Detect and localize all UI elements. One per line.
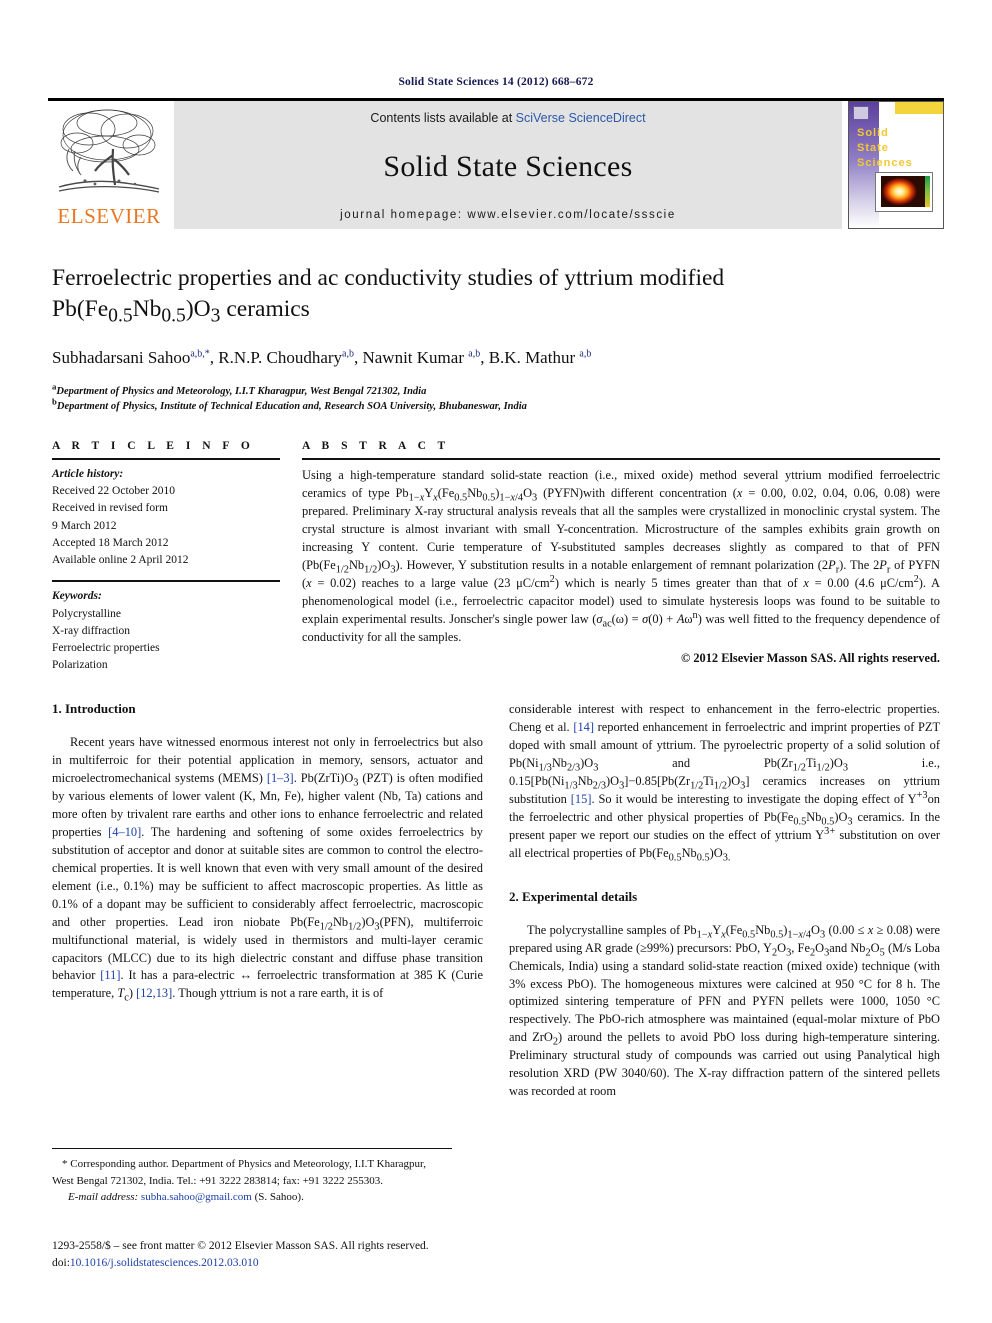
cover-title: Solid State Sciences xyxy=(857,127,913,169)
elsevier-wordmark: ELSEVIER xyxy=(57,204,161,228)
affiliation-b-text: Department of Physics, Institute of Tech… xyxy=(56,400,527,412)
contents-prefix: Contents lists available at xyxy=(370,111,516,125)
author-item: Nawnit Kumar a,b xyxy=(362,347,481,367)
history-item: Received 22 October 2010 xyxy=(52,485,175,498)
cover-heatmap-blob xyxy=(881,176,925,207)
author-item: Subhadarsani Sahooa,b,* xyxy=(52,347,210,367)
title-block: Ferroelectric properties and ac conducti… xyxy=(52,263,940,414)
footnote-email-line: E-mail address: subha.sahoo@gmail.com (S… xyxy=(52,1189,452,1206)
paragraph-intro-continued: considerable interest with respect to en… xyxy=(509,701,941,864)
info-abstract-row: A R T I C L E I N F O Article history: R… xyxy=(52,440,940,675)
author-list: Subhadarsani Sahooa,b,*, R.N.P. Choudhar… xyxy=(52,347,592,367)
doi-link[interactable]: 10.1016/j.solidstatesciences.2012.03.010 xyxy=(70,1257,259,1269)
history-item: Available online 2 April 2012 xyxy=(52,554,189,567)
page-title: Ferroelectric properties and ac conducti… xyxy=(52,263,940,326)
history-item: Received in revised form xyxy=(52,502,168,515)
article-history-label: Article history: xyxy=(52,467,124,480)
section-heading-introduction: 1. Introduction xyxy=(52,700,136,716)
article-history: Article history: Received 22 October 201… xyxy=(52,460,280,570)
doi-label: doi: xyxy=(52,1257,70,1270)
body-column-right: considerable interest with respect to en… xyxy=(509,701,940,1102)
elsevier-tree-icon xyxy=(55,105,163,197)
citation-link[interactable]: [4–10] xyxy=(108,825,141,839)
sciencedirect-link[interactable]: SciVerse ScienceDirect xyxy=(516,111,646,125)
cover-heatmap-colorbar xyxy=(925,176,930,207)
affiliation-b: bDepartment of Physics, Institute of Tec… xyxy=(52,396,527,412)
imprint-block: 1293-2558/$ – see front matter © 2012 El… xyxy=(52,1238,472,1273)
history-item: 9 March 2012 xyxy=(52,519,117,532)
journal-homepage: journal homepage: www.elsevier.com/locat… xyxy=(340,209,676,221)
cover-yellow-band xyxy=(895,102,943,114)
paragraph-intro: Recent years have witnessed enormous int… xyxy=(52,734,483,1004)
title-line-1: Ferroelectric properties and ac conducti… xyxy=(52,265,725,291)
citation-link[interactable]: [1–3] xyxy=(267,771,294,785)
journal-title: Solid State Sciences xyxy=(383,150,633,183)
keyword-item: Polarization xyxy=(52,659,108,672)
title-line-2: Pb(Fe0.5Nb0.5)O3 ceramics xyxy=(52,296,310,327)
article-info-column: A R T I C L E I N F O Article history: R… xyxy=(52,440,280,675)
keyword-item: Polycrystalline xyxy=(52,607,121,620)
cover-elsevier-mark-icon xyxy=(853,106,869,120)
contents-line: Contents lists available at SciVerse Sci… xyxy=(370,111,645,125)
running-head: Solid State Sciences 14 (2012) 668–672 xyxy=(398,76,594,88)
journal-masthead: ELSEVIER Contents lists available at Sci… xyxy=(48,98,944,229)
paper-page: Solid State Sciences 14 (2012) 668–672 E… xyxy=(0,0,992,1323)
abstract-heading: A B S T R A C T xyxy=(302,439,450,452)
elsevier-logo: ELSEVIER xyxy=(48,101,170,229)
cover-heatmap-image xyxy=(875,172,933,212)
paragraph-experimental: The polycrystalline samples of Pb1−xYx(F… xyxy=(509,922,941,1099)
keywords-label: Keywords: xyxy=(52,590,102,603)
abstract-text: Using a high-temperature standard solid-… xyxy=(302,460,940,668)
footnote-line-1: * Corresponding author. Department of Ph… xyxy=(62,1158,427,1170)
keyword-item: X-ray diffraction xyxy=(52,624,131,637)
email-link[interactable]: subha.sahoo@gmail.com xyxy=(141,1191,252,1203)
citation-link[interactable]: [11] xyxy=(100,968,120,982)
affiliation-a: aDepartment of Physics and Meteorology, … xyxy=(52,381,427,397)
abstract-copyright: © 2012 Elsevier Masson SAS. All rights r… xyxy=(680,650,940,665)
author-item: B.K. Mathur a,b xyxy=(488,347,592,367)
imprint-issn-line: 1293-2558/$ – see front matter © 2012 El… xyxy=(52,1240,429,1252)
article-info-heading: A R T I C L E I N F O xyxy=(52,439,255,452)
affiliation-a-text: Department of Physics and Meteorology, I… xyxy=(56,385,427,397)
email-label: E-mail address: xyxy=(68,1191,139,1203)
footnote-line-2: West Bengal 721302, India. Tel.: +91 322… xyxy=(52,1174,384,1187)
citation-link[interactable]: [15] xyxy=(571,792,592,806)
email-suffix: (S. Sahoo). xyxy=(251,1191,304,1203)
journal-banner: Contents lists available at SciVerse Sci… xyxy=(174,101,842,229)
author-item: R.N.P. Choudharya,b xyxy=(218,347,354,367)
citation-link[interactable]: [12,13] xyxy=(136,986,172,1000)
history-item: Accepted 18 March 2012 xyxy=(52,536,169,549)
imprint-doi-line: doi:10.1016/j.solidstatesciences.2012.03… xyxy=(52,1255,472,1272)
corresponding-author-footnote: * Corresponding author. Department of Ph… xyxy=(52,1148,452,1206)
section-heading-experimental: 2. Experimental details xyxy=(509,888,638,904)
journal-cover-thumbnail: Solid State Sciences xyxy=(848,101,944,229)
keywords-block: Keywords: Polycrystalline X-ray diffract… xyxy=(52,582,280,674)
keyword-item: Ferroelectric properties xyxy=(52,642,160,655)
body-column-left: 1. Introduction Recent years have witnes… xyxy=(52,701,483,1102)
citation-link[interactable]: [14] xyxy=(573,720,594,734)
abstract-column: A B S T R A C T Using a high-temperature… xyxy=(302,440,940,675)
body-columns: 1. Introduction Recent years have witnes… xyxy=(52,701,940,1102)
